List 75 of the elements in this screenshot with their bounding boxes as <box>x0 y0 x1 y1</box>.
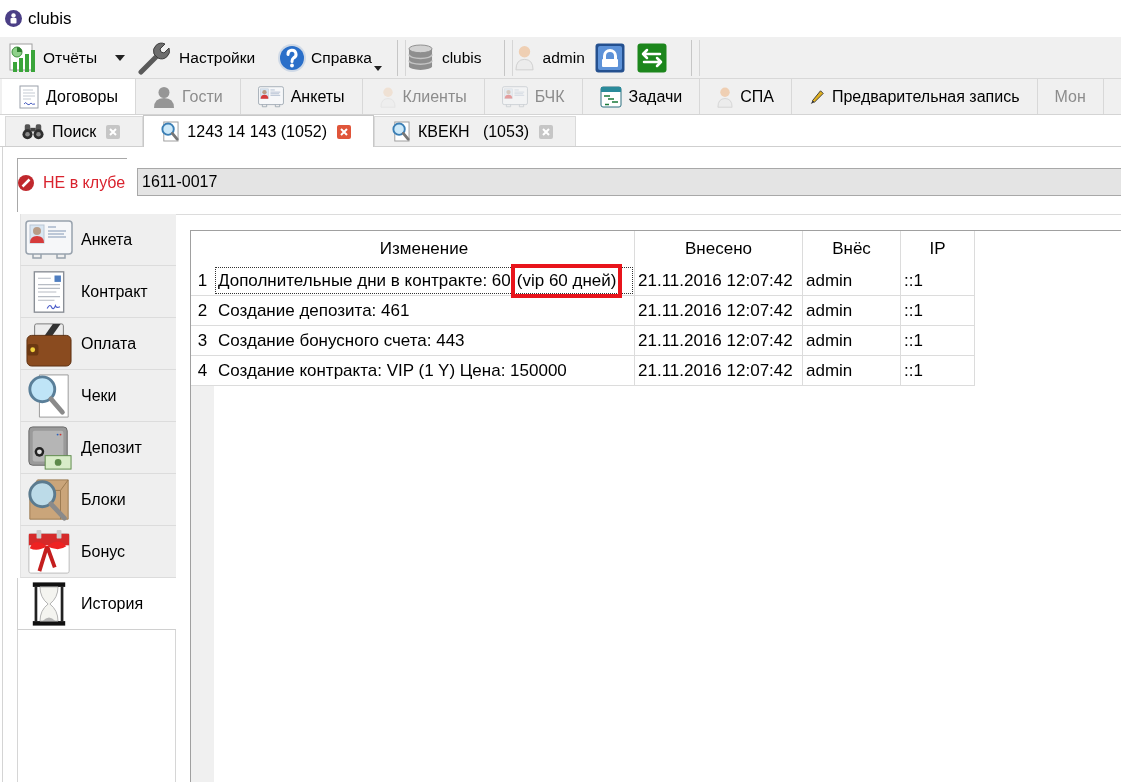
row-number: 3 <box>191 326 214 356</box>
magnifier-icon <box>391 121 410 142</box>
table-cell: ::1 <box>901 326 975 355</box>
wrench-icon <box>137 40 172 75</box>
nav-item[interactable]: История <box>17 578 176 630</box>
nav-item[interactable]: Депозит <box>20 422 176 474</box>
nav-item[interactable]: Оплата <box>20 318 176 370</box>
table-cell: 21.11.2016 12:07:42 <box>635 266 803 295</box>
table-cell: admin <box>803 266 901 295</box>
table-cell: ::1 <box>901 296 975 325</box>
toolbar-button[interactable]: Отчёты <box>5 39 101 76</box>
module-tab[interactable]: Договоры <box>2 79 136 114</box>
pencil-icon <box>808 88 825 105</box>
user-icon <box>514 44 534 71</box>
hourglass-icon <box>31 580 67 627</box>
table-cell: admin <box>803 326 901 355</box>
window-title: clubis <box>28 8 72 29</box>
nav-item[interactable]: Чеки <box>20 370 176 422</box>
document-tab[interactable]: КВЕКН (1053) <box>374 116 577 146</box>
toolbar-button[interactable]: Настройки <box>134 39 259 76</box>
person-icon <box>152 85 175 108</box>
document-tab[interactable]: 1243 14 143 (1052) <box>143 115 374 147</box>
card-number-field[interactable]: 1611-0017 <box>137 168 1121 196</box>
toolbar-label: admin <box>542 48 585 67</box>
swap-arrows-icon[interactable] <box>636 42 667 73</box>
toolbar-button[interactable]: Справка <box>274 39 385 76</box>
toolbar-label: clubis <box>441 48 482 67</box>
safe-icon <box>26 424 72 471</box>
caret-icon[interactable] <box>115 54 126 61</box>
box-magnifier-icon <box>26 476 72 523</box>
table-cell: admin <box>803 296 901 325</box>
cell-text: Дополнительные дни в контракте: 60 <box>218 270 511 291</box>
table-cell: 21.11.2016 12:07:42 <box>635 356 803 385</box>
gantt-chart-icon <box>599 85 622 108</box>
help-icon <box>277 42 308 73</box>
id-card-icon <box>501 85 528 108</box>
column-header[interactable]: Внесено <box>635 231 803 266</box>
table-cell: ::1 <box>901 356 975 385</box>
table-cell: 21.11.2016 12:07:42 <box>635 296 803 325</box>
nav-item[interactable]: Бонус <box>20 526 176 578</box>
close-icon[interactable] <box>337 124 351 139</box>
user-icon <box>379 85 396 108</box>
stop-icon <box>18 174 34 191</box>
nav-item[interactable]: Контракт <box>20 266 176 318</box>
table-cell-text: Создание контракта: VIP (1 Y) Цена: 150000 <box>217 359 568 382</box>
table-cell: admin <box>803 356 901 385</box>
magnifier-icon <box>160 121 180 142</box>
gift-calendar-icon <box>26 528 72 575</box>
table-cell: 21.11.2016 12:07:42 <box>635 326 803 355</box>
nav-item[interactable]: Анкета <box>20 214 176 266</box>
id-card-icon <box>257 85 284 108</box>
membership-status: НЕ в клубе <box>43 173 126 192</box>
row-number: 1 <box>191 266 214 296</box>
database-icon <box>407 44 433 71</box>
nav-item[interactable]: Блоки <box>20 474 176 526</box>
lock-icon[interactable] <box>594 42 625 73</box>
bar-chart-icon <box>8 42 38 73</box>
app-icon <box>5 10 22 27</box>
table-cell: ::1 <box>901 266 975 295</box>
column-header[interactable]: Внёс <box>803 231 901 266</box>
column-header[interactable]: IP <box>901 231 975 266</box>
document-icon <box>19 85 39 109</box>
binoculars-icon <box>22 123 44 140</box>
row-number: 2 <box>191 296 214 326</box>
caret-icon <box>373 65 382 71</box>
document-tab[interactable]: Поиск <box>5 116 144 146</box>
magnifier-document-icon <box>26 372 72 419</box>
table-cell-text: Создание депозита: 461 <box>217 299 411 322</box>
wallet-icon <box>26 320 72 367</box>
row-number: 4 <box>191 356 214 386</box>
highlighted-text: (vip 60 дней) <box>510 263 623 298</box>
column-header[interactable]: Изменение <box>214 231 635 266</box>
id-card-icon <box>25 219 73 260</box>
table-cell-text: Создание бонусного счета: 443 <box>217 329 466 352</box>
user-icon <box>717 85 734 108</box>
